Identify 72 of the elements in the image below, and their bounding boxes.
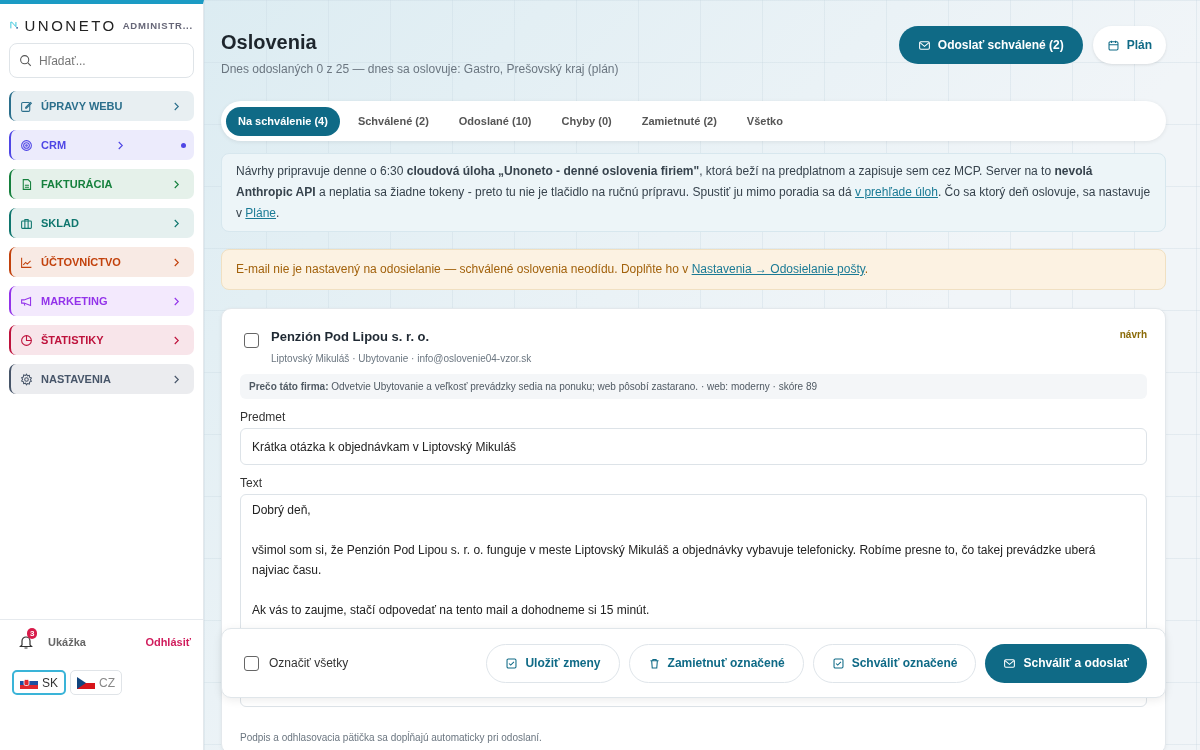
envelope-icon [917, 38, 931, 52]
subject-field[interactable]: Krátka otázka k objednávkam v Liptovský Mikuláš [240, 428, 1147, 465]
sidebar-item[interactable]: FAKTURÁCIA [9, 169, 194, 199]
action-button[interactable]: Uložiť zmeny [486, 643, 620, 683]
language-button[interactable]: SK [12, 670, 66, 695]
sidebar-item[interactable]: ÚČTOVNÍCTVO [9, 247, 194, 277]
company-name: Penzión Pod Lipou s. r. o. [271, 329, 431, 344]
plan-button[interactable]: Plán [1092, 26, 1166, 64]
chevron-icon [117, 140, 124, 150]
page-title: Oslovenia [221, 31, 318, 54]
flag-icon [77, 676, 95, 689]
brand-subtitle: ADMINISTR... [122, 19, 193, 31]
flag-icon [20, 676, 38, 689]
target-icon [20, 138, 33, 152]
sidebar-item[interactable]: NASTAVENIA [9, 364, 194, 394]
logout-link[interactable]: Odhlásiť [145, 636, 191, 648]
link[interactable]: Pláne [245, 206, 277, 220]
pie-chart-icon [20, 333, 33, 347]
document-icon [20, 177, 33, 191]
brand-name: UNONETO [24, 16, 117, 34]
chevron-icon [173, 101, 180, 111]
chart-icon [20, 255, 33, 269]
megaphone-icon [20, 294, 33, 308]
tab[interactable]: Na schválenie (4) [226, 106, 340, 136]
checkbox[interactable] [244, 655, 259, 671]
checkbox-label: Označiť všetky [269, 656, 349, 670]
sidebar-item[interactable]: CRM [9, 130, 194, 160]
tab[interactable]: Schválené (2) [345, 106, 441, 136]
footnote: Podpis a odhlasovacia pätička sa dopĺňajú automaticky pri odoslaní. [240, 732, 543, 743]
pencil-square-icon [20, 99, 33, 113]
warning-text: E-mail nie je nastavený na odosielanie — schválené oslovenia neodídu. Doplňte ho v Nastavenia → Odosielanie pošty. [236, 261, 870, 278]
chevron-icon [173, 218, 180, 228]
company-details: Liptovský Mikuláš · Ubytovanie · info@oslovenie04-vzor.sk [271, 353, 533, 364]
sidebar-item[interactable]: MARKETING [9, 286, 194, 316]
briefcase-icon [20, 216, 33, 230]
search-icon [19, 54, 32, 67]
field-label: Text [240, 476, 263, 490]
checkbox-icon [505, 656, 519, 670]
action-button[interactable]: Schváliť označené [812, 643, 977, 683]
envelope-icon [1003, 656, 1017, 670]
action-button[interactable]: Schváliť a odoslať [985, 643, 1147, 683]
sidebar-item[interactable]: ŠTATISTIKY [9, 325, 194, 355]
language-button[interactable]: CZ [70, 670, 122, 695]
notification-badge: 3 [27, 628, 38, 639]
chevron-icon [173, 179, 180, 189]
settings-icon [20, 372, 33, 386]
reason-text: Prečo táto firma: Odvetvie Ubytovanie a veľkosť prevádzky sedia na ponuku; web pôsobí zastarano. · web: moderny · skóre 89 [240, 374, 1147, 399]
tab[interactable]: Odoslané (10) [446, 106, 544, 136]
checkbox-icon [831, 656, 845, 670]
action-button[interactable]: Zamietnuť označené [628, 643, 804, 683]
chevron-icon [173, 296, 180, 306]
sidebar-item[interactable]: ÚPRAVY WEBU [9, 91, 194, 121]
user-name: Ukážka [48, 636, 87, 648]
sidebar-item[interactable]: SKLAD [9, 208, 194, 238]
send-button[interactable]: Odoslať schválené (2) [898, 26, 1083, 64]
calendar-icon [1106, 38, 1120, 52]
bell-icon[interactable] [18, 634, 34, 650]
chevron-icon [173, 374, 180, 384]
page-subtitle: Dnes odoslaných 0 z 25 — dnes sa oslovuje: Gastro, Prešovský kraj (plán) [221, 62, 619, 76]
link[interactable]: Nastavenia → Odosielanie pošty [691, 262, 865, 276]
status-label: návrh [1119, 329, 1147, 340]
checkbox[interactable] [244, 333, 259, 348]
search-field[interactable]: Hľadať... [9, 43, 194, 78]
trash-icon [647, 656, 661, 670]
tab[interactable]: Zamietnuté (2) [629, 106, 729, 136]
tab[interactable]: Chyby (0) [549, 106, 624, 136]
link[interactable]: v prehľade úloh [855, 185, 938, 199]
info-text: Návrhy pripravuje denne o 6:30 cloudová úloha „Unoneto - denné oslovenia firiem", ktorá beží na predplatnom a zapisuje sem cez MCP. Server na to nevolá Anthropic API a neplatia sa žiadne tokeny - preto tu nie je tlačidlo na ručnú prípravu. Spustiť ju mimo poradia sa dá v prehľade úloh. Čo sa ktorý deň oslovuje, sa nastavuje v Pláne. [236, 163, 1151, 222]
chevron-icon [173, 335, 180, 345]
field-label: Predmet [240, 410, 287, 424]
chevron-icon [173, 257, 180, 267]
tab[interactable]: Všetko [734, 106, 795, 136]
